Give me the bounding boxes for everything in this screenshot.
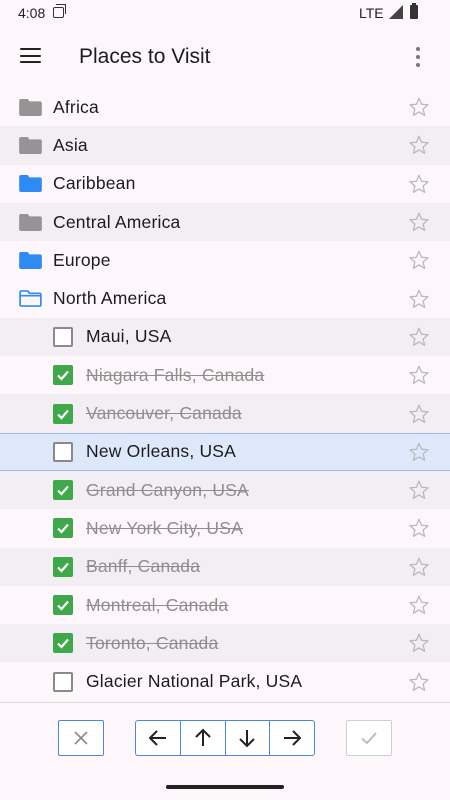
battery-icon (410, 3, 418, 19)
place-label: Vancouver, Canada (86, 403, 242, 424)
move-down-button[interactable] (226, 721, 271, 755)
list-item[interactable]: New York City, USA (0, 509, 450, 547)
arrow-left-icon (148, 730, 166, 746)
move-button-group (135, 720, 315, 756)
folder-icon (19, 136, 42, 154)
places-list: Africa Asia Caribbean Central America Eu… (0, 88, 450, 701)
folder-label: Caribbean (53, 173, 136, 194)
status-time: 4:08 (18, 5, 46, 21)
checkbox[interactable] (53, 556, 73, 577)
checkbox[interactable] (53, 480, 73, 501)
star-icon[interactable] (408, 211, 430, 233)
sim-card-icon (53, 4, 66, 18)
star-icon[interactable] (408, 173, 430, 195)
app-bar: Places to Visit (0, 26, 450, 88)
star-icon[interactable] (408, 96, 430, 118)
place-label: Maui, USA (86, 326, 172, 347)
folder-icon (19, 175, 42, 193)
folder-label: Europe (53, 249, 111, 270)
star-icon[interactable] (408, 364, 430, 386)
checkbox[interactable] (53, 365, 73, 386)
star-icon[interactable] (408, 326, 430, 348)
star-icon[interactable] (408, 632, 430, 654)
folder-row-africa[interactable]: Africa (0, 88, 450, 126)
place-label: New Orleans, USA (86, 441, 237, 462)
folder-row-caribbean[interactable]: Caribbean (0, 165, 450, 203)
place-label: Glacier National Park, USA (86, 671, 303, 692)
signal-icon (389, 5, 403, 19)
star-icon[interactable] (408, 403, 430, 425)
page-title: Places to Visit (79, 45, 211, 68)
star-icon[interactable] (408, 556, 430, 578)
checkbox[interactable] (53, 633, 73, 654)
list-item[interactable]: Glacier National Park, USA (0, 662, 450, 700)
home-indicator[interactable] (166, 785, 284, 789)
move-right-button[interactable] (270, 721, 314, 755)
cancel-button[interactable] (58, 720, 104, 756)
arrow-right-icon (284, 730, 302, 746)
folder-icon (19, 251, 42, 269)
list-item[interactable]: Grand Canyon, USA (0, 470, 450, 510)
place-label: Niagara Falls, Canada (86, 364, 265, 385)
star-icon[interactable] (408, 249, 430, 271)
list-item[interactable]: Maui, USA (0, 317, 450, 357)
folder-label: North America (53, 288, 167, 309)
folder-label: Africa (53, 96, 99, 117)
star-icon[interactable] (408, 288, 430, 310)
star-icon[interactable] (408, 517, 430, 539)
checkbox[interactable] (53, 671, 73, 692)
check-icon (361, 732, 377, 745)
folder-row-north-america[interactable]: North America (0, 279, 450, 317)
star-icon[interactable] (408, 479, 430, 501)
checkbox[interactable] (53, 403, 73, 424)
star-icon[interactable] (408, 594, 430, 616)
folder-icon (19, 213, 42, 231)
checkbox[interactable] (53, 441, 73, 462)
checkbox[interactable] (53, 326, 73, 347)
folder-row-central-america[interactable]: Central America (0, 202, 450, 242)
network-type: LTE (359, 5, 384, 21)
place-label: Grand Canyon, USA (86, 479, 249, 500)
list-item[interactable]: Niagara Falls, Canada (0, 356, 450, 394)
list-item[interactable]: Vancouver, Canada (0, 394, 450, 433)
list-item[interactable]: Banff, Canada (0, 547, 450, 586)
status-bar: 4:08 LTE (0, 0, 450, 26)
divider (0, 702, 450, 703)
more-options-icon[interactable] (409, 46, 427, 68)
folder-label: Asia (53, 134, 88, 155)
star-icon[interactable] (408, 441, 430, 463)
place-label: Toronto, Canada (86, 632, 219, 653)
folder-row-asia[interactable]: Asia (0, 126, 450, 165)
star-icon[interactable] (408, 671, 430, 693)
folder-open-icon (19, 290, 42, 308)
confirm-button[interactable] (346, 720, 392, 756)
checkbox[interactable] (53, 518, 73, 539)
move-left-button[interactable] (136, 721, 181, 755)
checkbox[interactable] (53, 595, 73, 615)
list-item[interactable]: Montreal, Canada (0, 586, 450, 624)
list-item[interactable]: Toronto, Canada (0, 624, 450, 663)
arrow-down-icon (239, 730, 256, 748)
close-icon (74, 731, 88, 745)
place-label: Montreal, Canada (86, 594, 229, 615)
menu-icon[interactable] (20, 48, 41, 64)
place-label: Banff, Canada (86, 556, 201, 577)
star-icon[interactable] (408, 134, 430, 156)
folder-row-europe[interactable]: Europe (0, 241, 450, 279)
folder-label: Central America (53, 211, 181, 232)
list-item-selected[interactable]: New Orleans, USA (0, 432, 450, 471)
arrow-up-icon (194, 728, 211, 746)
place-label: New York City, USA (86, 517, 243, 538)
move-up-button[interactable] (181, 721, 226, 755)
folder-icon (19, 98, 42, 116)
